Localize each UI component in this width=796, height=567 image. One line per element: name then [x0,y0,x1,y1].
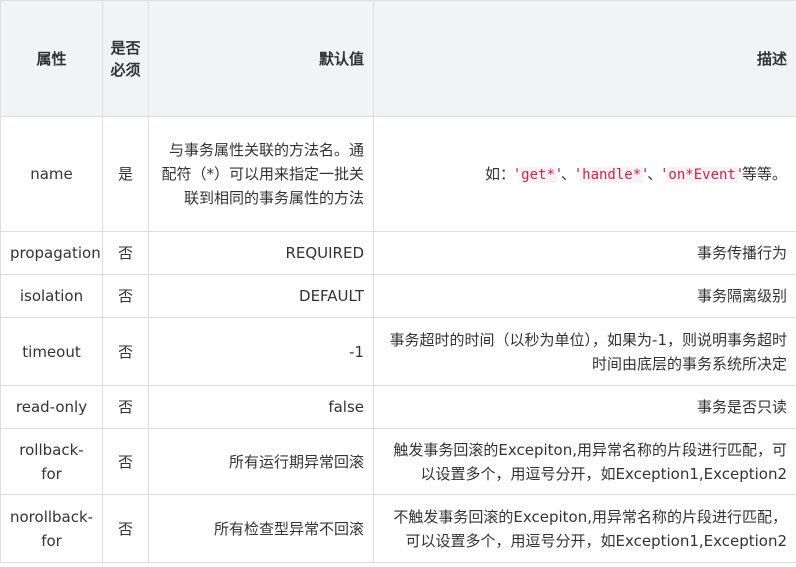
cell-description: 如：' get* '、' handle* '、' on*Event '等等。 [373,116,796,232]
cell-description: 不触发事务回滚的Excepiton,用异常名称的片段进行匹配，可以设置多个，用逗… [373,494,796,563]
cell-required: 否 [102,494,149,563]
header-description: 描述 [373,0,796,117]
cell-attribute: read-only [0,385,103,429]
cell-description: 事务是否只读 [373,385,796,429]
cell-attribute: propagation [0,231,103,275]
header-required: 是否必须 [102,0,149,117]
table-row: timeout 否 -1 事务超时的时间（以秒为单位），如果为-1，则说明事务超… [0,317,796,386]
cell-default: -1 [148,317,374,386]
desc-separator: 、 [561,164,577,183]
cell-required: 否 [102,428,149,495]
cell-description: 事务隔离级别 [373,274,796,318]
cell-required: 否 [102,317,149,386]
desc-suffix: 等等。 [741,164,787,183]
cell-required: 否 [102,274,149,318]
cell-default: 所有运行期异常回滚 [148,428,374,495]
table-row: isolation 否 DEFAULT 事务隔离级别 [0,274,796,318]
table-row: name 是 与事务属性关联的方法名。通配符（*）可以用来指定一批关联到相同的事… [0,116,796,232]
cell-attribute: timeout [0,317,103,386]
table-row: propagation 否 REQUIRED 事务传播行为 [0,231,796,275]
cell-attribute: rollback-for [0,428,103,495]
cell-attribute: norollback-for [0,494,103,563]
table-row: rollback-for 否 所有运行期异常回滚 触发事务回滚的Excepito… [0,428,796,495]
header-default-value: 默认值 [148,0,374,117]
cell-required: 是 [102,116,149,232]
transaction-attributes-table: 属性 是否必须 默认值 描述 name 是 与事务属性关联的方法名。通配符（*）… [0,0,796,563]
header-row: 属性 是否必须 默认值 描述 [0,0,796,117]
cell-default: false [148,385,374,429]
cell-default: DEFAULT [148,274,374,318]
cell-description: 事务超时的时间（以秒为单位），如果为-1，则说明事务超时时间由底层的事务系统所决… [373,317,796,386]
cell-default: 与事务属性关联的方法名。通配符（*）可以用来指定一批关联到相同的事务属性的方法 [148,116,374,232]
code-handle: handle* [580,166,644,183]
desc-separator: 、 [647,164,663,183]
table-row: read-only 否 false 事务是否只读 [0,385,796,429]
table-header: 属性 是否必须 默认值 描述 [0,0,796,117]
cell-attribute: isolation [0,274,103,318]
cell-required: 否 [102,231,149,275]
cell-required: 否 [102,385,149,429]
desc-prefix: 如： [485,164,516,183]
cell-default: 所有检查型异常不回滚 [148,494,374,563]
code-on-event: on*Event [666,166,738,183]
header-attribute: 属性 [0,0,103,117]
code-get: get* [519,166,557,183]
table-body: name 是 与事务属性关联的方法名。通配符（*）可以用来指定一批关联到相同的事… [0,116,796,563]
cell-description: 触发事务回滚的Excepiton,用异常名称的片段进行匹配，可以设置多个，用逗号… [373,428,796,495]
cell-default: REQUIRED [148,231,374,275]
table-row: norollback-for 否 所有检查型异常不回滚 不触发事务回滚的Exce… [0,494,796,563]
cell-description: 事务传播行为 [373,231,796,275]
cell-attribute: name [0,116,103,232]
